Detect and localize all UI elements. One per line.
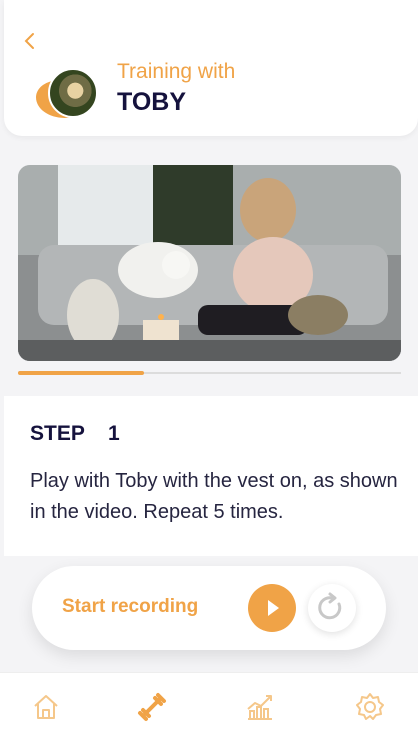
training-icon: [138, 693, 166, 721]
play-button[interactable]: [248, 584, 296, 632]
step-instruction: Play with Toby with the vest on, as show…: [30, 470, 398, 523]
step-label: STEP: [30, 422, 85, 445]
avatar: [48, 68, 98, 118]
home-icon: [34, 695, 58, 719]
settings-icon: [356, 693, 384, 720]
header-subtitle: Training with: [117, 60, 236, 83]
nav-home[interactable]: [30, 691, 62, 723]
step-number: 1: [108, 422, 120, 445]
video-progress-fill: [18, 371, 145, 375]
header: Training with TOBY: [4, 0, 418, 136]
dog-avatar: [34, 64, 104, 122]
progress-chart-icon: [247, 695, 272, 720]
recording-control: Start recording: [32, 566, 386, 650]
play-icon: [268, 600, 279, 616]
dog-name-title: TOBY: [117, 88, 186, 116]
refresh-icon: [318, 592, 342, 620]
step-card: STEP 1 Play with Toby with the vest on, …: [4, 396, 418, 556]
start-recording-label[interactable]: Start recording: [62, 596, 198, 618]
video-progress-bar[interactable]: [18, 371, 401, 375]
nav-progress[interactable]: [244, 691, 276, 723]
reset-button[interactable]: [308, 584, 356, 632]
nav-settings[interactable]: [354, 691, 386, 723]
nav-training[interactable]: [136, 691, 168, 723]
training-video[interactable]: [18, 165, 401, 361]
bottom-nav: [0, 672, 418, 741]
back-button[interactable]: [20, 30, 40, 52]
